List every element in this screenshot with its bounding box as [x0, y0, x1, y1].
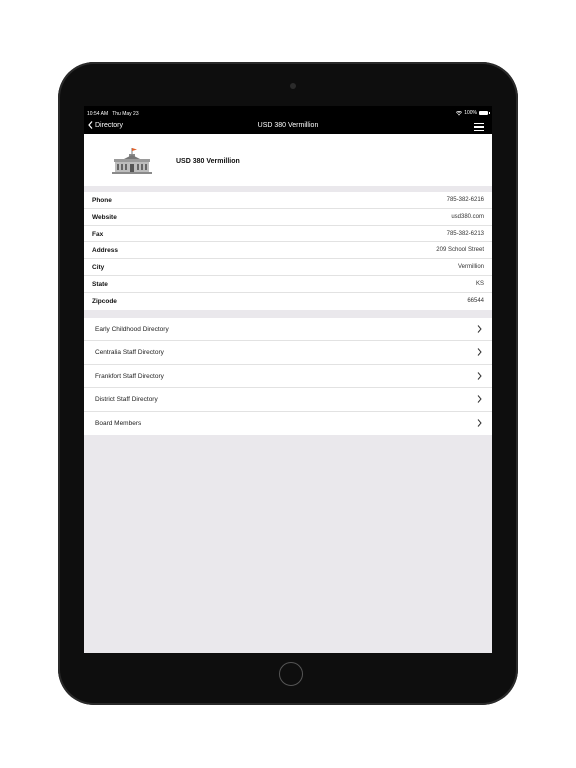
directory-label: Early Childhood Directory [95, 326, 169, 333]
wifi-icon [456, 110, 463, 115]
page-title: USD 380 Vermillion [257, 122, 319, 129]
menu-icon[interactable] [474, 123, 484, 131]
status-time-date: 10:54 AM Thu May 23 [87, 111, 139, 117]
info-row-address[interactable]: Address 209 School Street [84, 242, 492, 260]
directory-label: Centralia Staff Directory [95, 349, 164, 357]
battery-percent: 100% [464, 110, 477, 116]
directory-label: Board Members [95, 419, 142, 427]
chevron-right-icon [477, 418, 482, 427]
directory-list: Early Childhood Directory Centralia Staf… [84, 318, 492, 435]
front-camera [290, 83, 296, 89]
status-bar: 10:54 AM Thu May 23 100% [84, 106, 492, 120]
content-area: USD 380 Vermillion Phone 785-382-6216 We… [84, 134, 492, 653]
directory-label: Frankfort Staff Directory [95, 372, 164, 380]
info-label: City [92, 264, 105, 272]
navigation-bar: Directory USD 380 Vermillion [84, 120, 492, 134]
ipad-device: 10:54 AM Thu May 23 100% Directory USD 3… [58, 62, 518, 705]
info-label: State [92, 280, 108, 288]
info-row-city: City Vermillion [84, 259, 492, 276]
contact-info-list: Phone 785-382-6216 Website usd380.com Fa… [84, 192, 492, 310]
chevron-right-icon [477, 348, 482, 357]
info-label: Fax [92, 230, 104, 238]
info-row-zipcode: Zipcode 66544 [84, 293, 492, 310]
chevron-right-icon [477, 371, 482, 380]
info-label: Website [92, 213, 117, 221]
directory-label: District Staff Directory [95, 396, 158, 404]
info-value: Vermillion [457, 264, 484, 271]
info-value: KS [475, 280, 484, 287]
home-button[interactable] [279, 662, 303, 686]
school-building-icon [112, 148, 152, 174]
status-indicators: 100% [456, 110, 490, 116]
info-value: usd380.com [451, 213, 484, 220]
info-label: Address [92, 247, 119, 255]
info-value: 66544 [467, 297, 484, 304]
info-value: 785-382-6216 [446, 197, 484, 203]
directory-item-frankfort[interactable]: Frankfort Staff Directory [84, 365, 492, 389]
info-label: Zipcode [92, 297, 117, 305]
info-row-website[interactable]: Website usd380.com [84, 209, 492, 226]
status-time: 10:54 AM [87, 111, 109, 117]
directory-item-early-childhood[interactable]: Early Childhood Directory [84, 318, 492, 342]
info-row-state: State KS [84, 276, 492, 293]
battery-icon [479, 111, 490, 115]
directory-item-centralia[interactable]: Centralia Staff Directory [84, 341, 492, 365]
school-name: USD 380 Vermillion [176, 158, 240, 165]
chevron-right-icon [477, 395, 482, 403]
status-date: Thu May 23 [112, 111, 139, 117]
school-header: USD 380 Vermillion [84, 134, 492, 186]
info-label: Phone [92, 197, 112, 204]
app-screen: 10:54 AM Thu May 23 100% Directory USD 3… [84, 106, 492, 653]
info-value: 209 School Street [436, 247, 484, 254]
info-row-phone[interactable]: Phone 785-382-6216 [84, 192, 492, 209]
chevron-right-icon [477, 325, 482, 333]
directory-item-board-members[interactable]: Board Members [84, 412, 492, 435]
directory-item-district[interactable]: District Staff Directory [84, 388, 492, 412]
info-value: 785-382-6213 [446, 230, 484, 237]
info-row-fax: Fax 785-382-6213 [84, 226, 492, 243]
